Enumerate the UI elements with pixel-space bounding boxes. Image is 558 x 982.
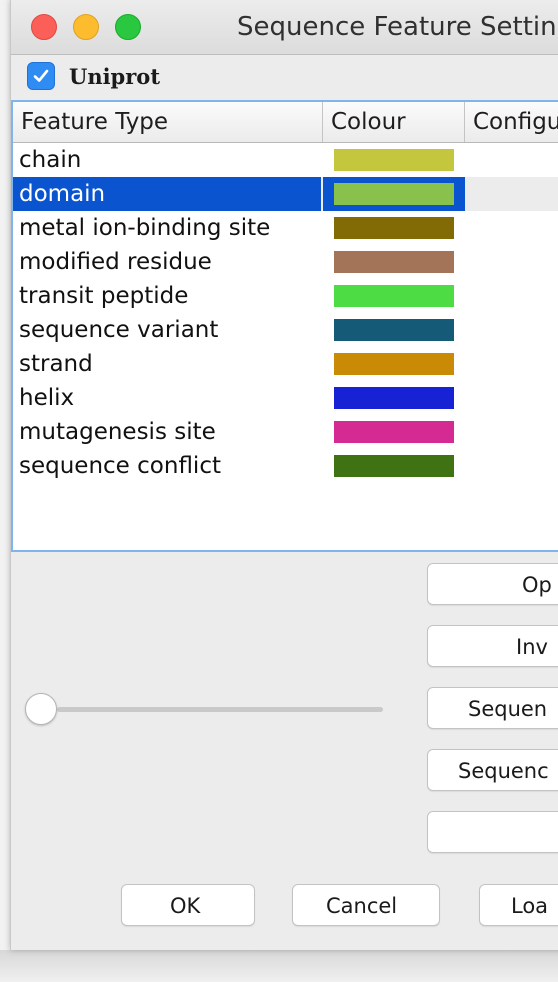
feature-table: Feature Type Colour Configu chain domain m… — [11, 100, 558, 552]
colour-swatch[interactable] — [334, 149, 454, 171]
colour-swatch[interactable] — [334, 319, 454, 341]
sequence-colour-button[interactable]: Sequenc — [427, 749, 558, 791]
blank-button[interactable] — [427, 811, 558, 853]
feature-type-label: transit peptide — [19, 283, 189, 309]
ok-button[interactable]: OK — [121, 884, 255, 926]
invert-selection-button[interactable]: Inv — [427, 625, 558, 667]
zoom-window-button[interactable] — [115, 14, 141, 40]
table-row[interactable]: sequence variant — [13, 313, 558, 347]
window-shadow — [0, 950, 558, 982]
minimize-window-button[interactable] — [73, 14, 99, 40]
table-row[interactable]: strand — [13, 347, 558, 381]
table-row[interactable]: metal ion-binding site — [13, 211, 558, 245]
feature-type-label: sequence conflict — [19, 453, 221, 479]
transparency-slider-track[interactable] — [57, 707, 383, 712]
colour-swatch[interactable] — [334, 285, 454, 307]
table-row[interactable]: domain — [13, 177, 558, 211]
colour-swatch[interactable] — [334, 421, 454, 443]
feature-type-label: domain — [19, 181, 106, 207]
colour-swatch[interactable] — [334, 251, 454, 273]
close-window-button[interactable] — [31, 14, 57, 40]
feature-settings-window: Sequence Feature Settin Uniprot Feature … — [10, 0, 558, 950]
load-colours-button[interactable]: Loa — [479, 884, 558, 926]
window-title: Sequence Feature Settin — [237, 12, 557, 42]
feature-type-label: sequence variant — [19, 317, 219, 343]
transparency-slider-knob[interactable] — [25, 693, 57, 725]
table-row[interactable]: transit peptide — [13, 279, 558, 313]
optimise-order-button[interactable]: Op — [427, 563, 558, 605]
table-row[interactable]: chain — [13, 143, 558, 177]
table-row[interactable]: mutagenesis site — [13, 415, 558, 449]
cancel-button[interactable]: Cancel — [292, 884, 440, 926]
checkmark-icon — [33, 69, 49, 82]
column-header-colour[interactable]: Colour — [323, 102, 465, 142]
colour-swatch[interactable] — [334, 183, 454, 205]
uniprot-group-label: Uniprot — [69, 63, 161, 89]
uniprot-checkbox[interactable] — [27, 62, 55, 90]
colour-swatch[interactable] — [334, 455, 454, 477]
colour-swatch[interactable] — [334, 217, 454, 239]
column-header-configure[interactable]: Configu — [465, 102, 558, 142]
feature-type-label: mutagenesis site — [19, 419, 216, 445]
table-header: Feature Type Colour Configu — [13, 102, 558, 143]
colour-swatch[interactable] — [334, 353, 454, 375]
table-row[interactable]: sequence conflict — [13, 449, 558, 483]
table-row[interactable]: helix — [13, 381, 558, 415]
sequence-filter-button[interactable]: Sequen — [427, 687, 558, 729]
feature-type-label: modified residue — [19, 249, 212, 275]
title-bar[interactable]: Sequence Feature Settin — [11, 0, 558, 55]
table-row[interactable]: modified residue — [13, 245, 558, 279]
feature-type-label: strand — [19, 351, 93, 377]
column-header-feature-type[interactable]: Feature Type — [13, 102, 323, 142]
colour-swatch[interactable] — [334, 387, 454, 409]
feature-type-label: chain — [19, 147, 82, 173]
uniprot-group-row: Uniprot — [27, 62, 160, 90]
feature-type-label: metal ion-binding site — [19, 215, 271, 241]
feature-type-label: helix — [19, 385, 75, 411]
